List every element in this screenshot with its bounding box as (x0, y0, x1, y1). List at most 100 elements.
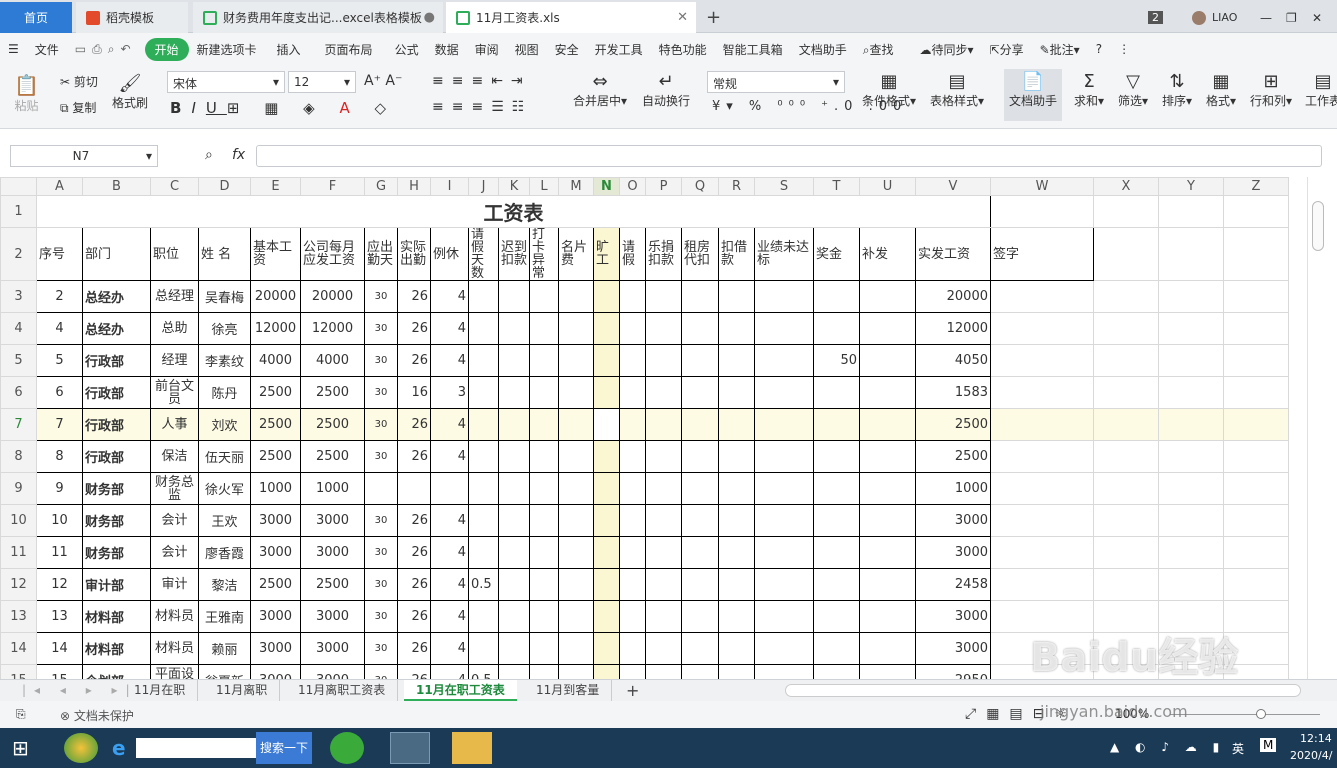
horizontal-scrollbar[interactable] (785, 684, 1301, 697)
menu-data[interactable]: 数据 (427, 41, 467, 58)
cell-name[interactable]: 翁夏新 (198, 664, 251, 679)
zoom-formula-icon[interactable]: ⌕ (205, 147, 213, 163)
cell-pos[interactable]: 财务总监 (150, 472, 199, 505)
cell[interactable] (619, 280, 646, 313)
conditional-format-button[interactable]: ▦ 条件格式▾ (862, 71, 916, 109)
cell-pay[interactable]: 4000 (300, 344, 365, 377)
header-cell[interactable]: 实际出勤 (397, 227, 431, 281)
empty-cell[interactable] (990, 536, 1094, 569)
cell-act[interactable]: 26 (397, 280, 431, 313)
cell[interactable] (593, 568, 620, 601)
formula-input[interactable] (256, 145, 1322, 167)
cell[interactable] (681, 312, 719, 345)
col-header[interactable]: I (430, 177, 469, 196)
cell[interactable] (754, 472, 814, 505)
cell[interactable] (681, 536, 719, 569)
windows-start-icon[interactable]: ⊞ (12, 736, 29, 760)
cell-base[interactable]: 3000 (250, 664, 301, 679)
font-name-select[interactable]: 宋体 ▾ (167, 71, 285, 93)
cell-act[interactable]: 26 (397, 664, 431, 679)
sheet-tab[interactable]: 11月离职 (204, 680, 281, 701)
cell[interactable] (859, 472, 916, 505)
cell-bonus[interactable] (813, 280, 860, 313)
ime-indicator[interactable]: 英 (1232, 740, 1244, 757)
cell-name[interactable]: 吴春梅 (198, 280, 251, 313)
empty-cell[interactable] (1223, 440, 1289, 473)
cell[interactable] (681, 344, 719, 377)
cell-dept[interactable]: 审计部 (82, 568, 151, 601)
cell-dept[interactable]: 行政部 (82, 408, 151, 441)
cell-name[interactable]: 李素纹 (198, 344, 251, 377)
zoom-slider[interactable] (1170, 714, 1320, 715)
cell-leave[interactable] (468, 312, 499, 345)
menu-formula[interactable]: 公式 (387, 41, 427, 58)
cell[interactable] (558, 376, 594, 409)
header-cell[interactable]: 请假天数 (468, 227, 499, 281)
empty-cell[interactable] (990, 280, 1094, 313)
cell-bonus[interactable] (813, 408, 860, 441)
cell-net[interactable]: 2950 (915, 664, 991, 679)
empty-cell[interactable] (990, 312, 1094, 345)
cell-dept[interactable]: 材料部 (82, 632, 151, 665)
cell[interactable] (498, 600, 530, 633)
cell-no[interactable]: 8 (36, 440, 83, 473)
cell[interactable] (529, 664, 559, 679)
row-header[interactable]: 8 (0, 440, 37, 473)
cell[interactable] (645, 472, 682, 505)
empty-cell[interactable] (1223, 280, 1289, 313)
empty-cell[interactable] (990, 408, 1094, 441)
cell[interactable] (593, 472, 620, 505)
cell[interactable] (754, 568, 814, 601)
col-header[interactable]: P (645, 177, 682, 196)
empty-cell[interactable] (1158, 504, 1224, 537)
row-header[interactable]: 2 (0, 227, 37, 281)
tab-salary[interactable]: 11月工资表.xls ✕ (446, 2, 696, 33)
header-cell[interactable]: 迟到扣款 (498, 227, 530, 281)
select-all-corner[interactable] (0, 177, 37, 196)
cell[interactable] (645, 344, 682, 377)
cell-pos[interactable]: 平面设计 (150, 664, 199, 679)
cell[interactable] (681, 568, 719, 601)
header-cell[interactable]: 请假 (619, 227, 646, 281)
help-icon[interactable]: ? (1088, 42, 1110, 56)
cell[interactable] (529, 472, 559, 505)
cell-no[interactable]: 4 (36, 312, 83, 345)
cell[interactable] (558, 280, 594, 313)
cell[interactable] (529, 312, 559, 345)
row-header[interactable]: 11 (0, 536, 37, 569)
cell-base[interactable]: 12000 (250, 312, 301, 345)
cell-leave[interactable] (468, 632, 499, 665)
tab-home[interactable]: 首页 (0, 2, 72, 33)
row-header[interactable]: 15 (0, 664, 37, 679)
cell[interactable] (593, 504, 620, 537)
cell-pos[interactable]: 审计 (150, 568, 199, 601)
header-cell[interactable]: 乐捐扣款 (645, 227, 682, 281)
name-box[interactable]: N7 ▾ (10, 145, 158, 167)
cell-no[interactable]: 15 (36, 664, 83, 679)
cell-bonus[interactable] (813, 504, 860, 537)
cell-bonus[interactable] (813, 440, 860, 473)
cell-dept[interactable]: 企划部 (82, 664, 151, 679)
cell-rest[interactable]: 4 (430, 312, 469, 345)
add-sheet-button[interactable]: + (614, 680, 651, 701)
cell-pay[interactable]: 20000 (300, 280, 365, 313)
cell-net[interactable]: 1583 (915, 376, 991, 409)
cell[interactable] (754, 504, 814, 537)
header-cell[interactable]: 实发工资 (915, 227, 991, 281)
cell-act[interactable]: 26 (397, 312, 431, 345)
cell[interactable] (645, 440, 682, 473)
col-header[interactable]: K (498, 177, 530, 196)
cell[interactable] (498, 568, 530, 601)
cell-no[interactable]: 12 (36, 568, 83, 601)
cell-pos[interactable]: 人事 (150, 408, 199, 441)
close-window-button[interactable]: ✕ (1312, 2, 1332, 33)
cell[interactable] (619, 568, 646, 601)
cell-net[interactable]: 4050 (915, 344, 991, 377)
cell-pay[interactable]: 2500 (300, 568, 365, 601)
new-tab-button[interactable]: + (706, 2, 730, 33)
cell-rest[interactable]: 4 (430, 568, 469, 601)
cell-act[interactable]: 26 (397, 632, 431, 665)
cell[interactable] (529, 504, 559, 537)
empty-cell[interactable] (990, 440, 1094, 473)
cell-pos[interactable]: 会计 (150, 536, 199, 569)
